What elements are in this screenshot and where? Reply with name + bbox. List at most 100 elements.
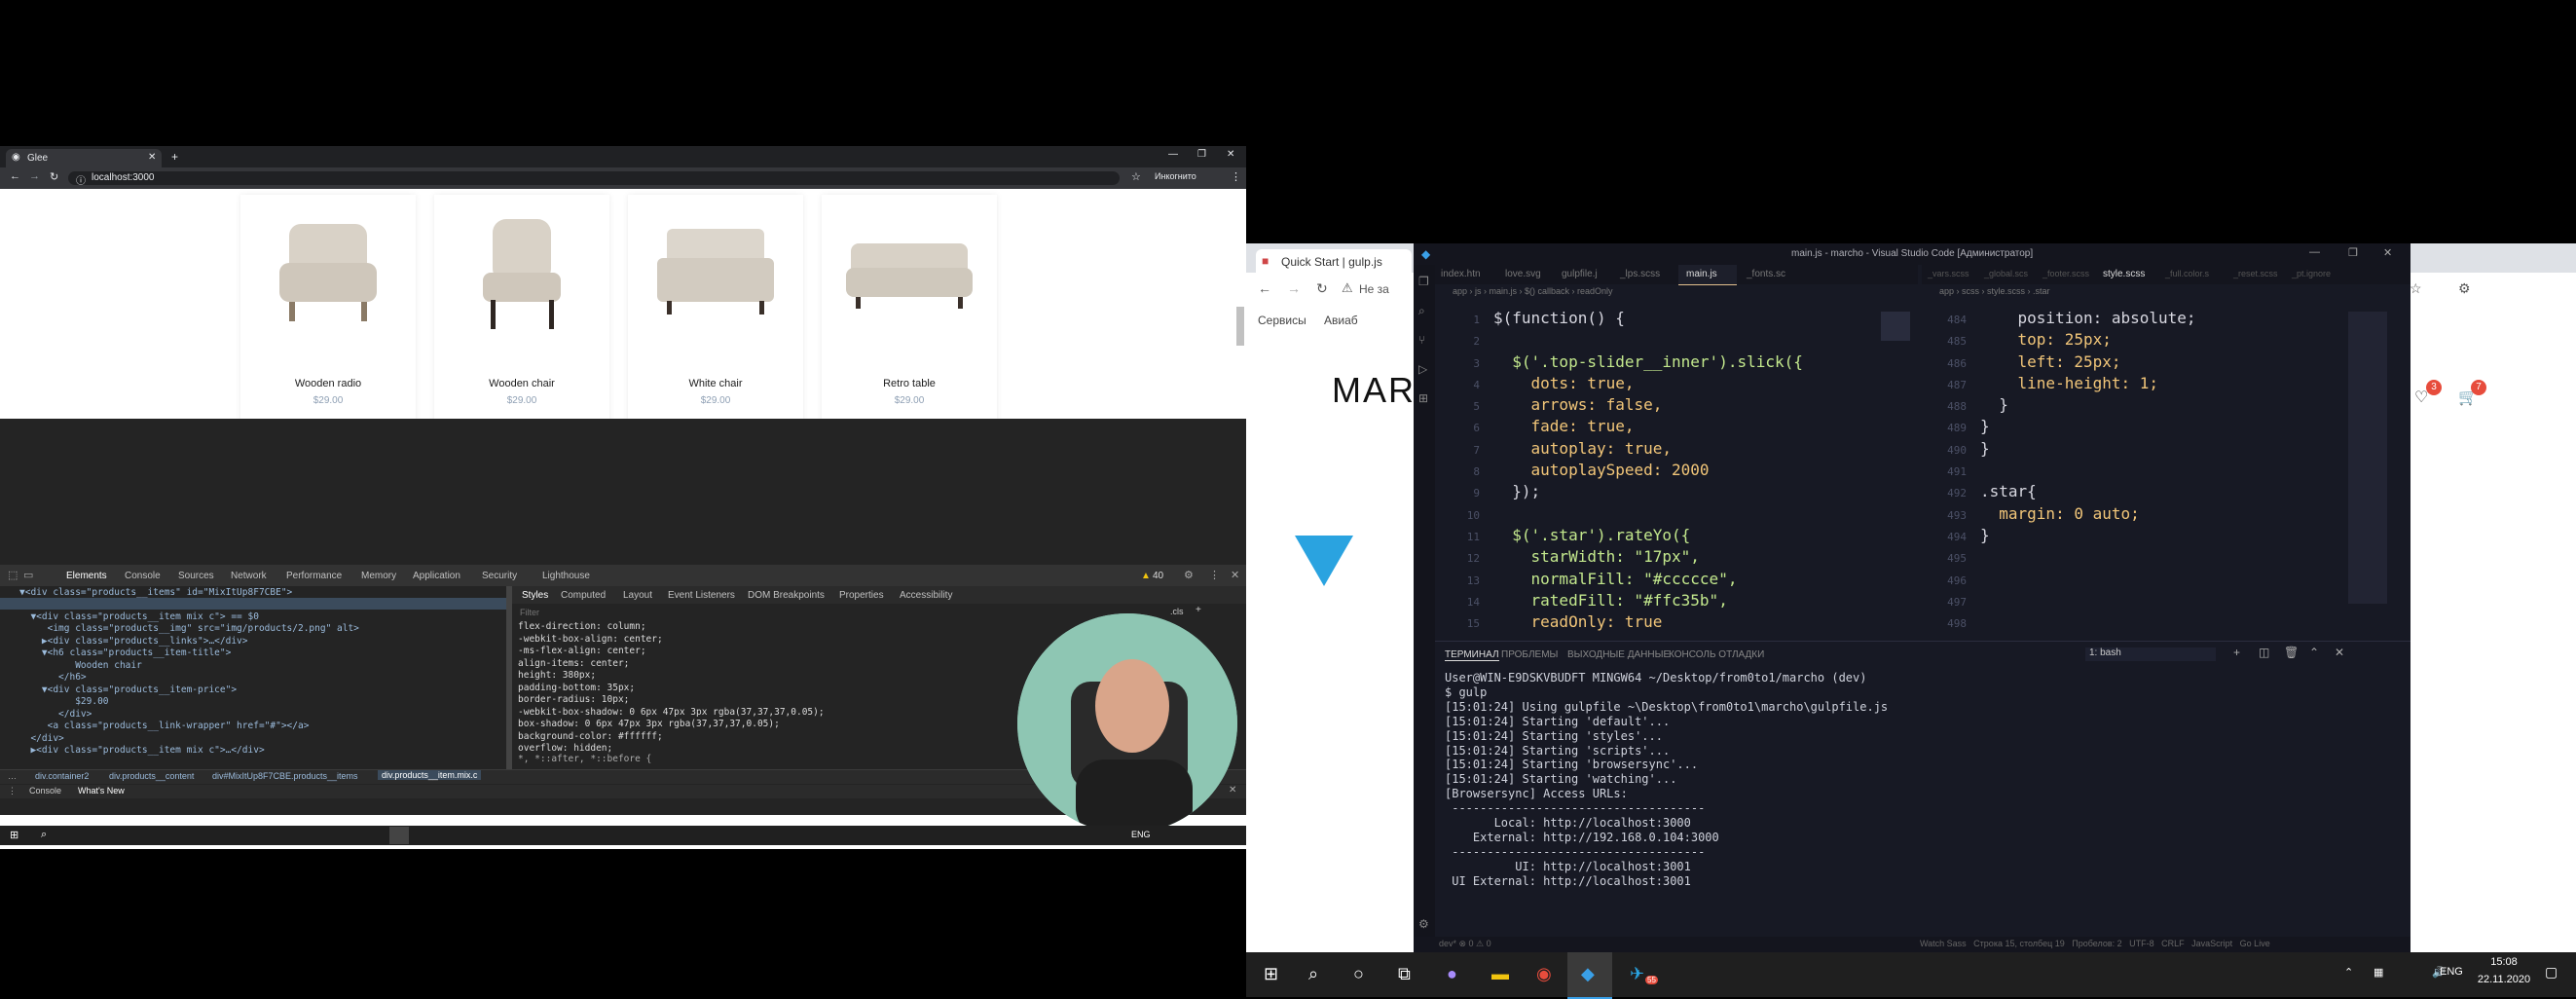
css-declaration[interactable]: -webkit-box-align: center;	[518, 634, 825, 647]
close-drawer-icon[interactable]: ✕	[1229, 785, 1236, 796]
menu-icon[interactable]: ⋮	[1231, 170, 1241, 183]
code-line[interactable]: 6 fade: true,	[1435, 416, 1844, 437]
terminal-line[interactable]: UI External: http://localhost:3001	[1445, 874, 1888, 889]
panel-tab[interactable]: ВЫХОДНЫЕ ДАННЫЕ	[1567, 649, 1670, 660]
devtools-tab[interactable]: Performance	[286, 571, 342, 581]
editor-tab[interactable]: _fonts.sc	[1747, 269, 1785, 279]
code-line[interactable]: 493 margin: 0 auto;	[1922, 503, 2389, 525]
incognito-label[interactable]: Инкогнито	[1155, 171, 1196, 181]
dom-tree[interactable]: ▶<div class="products__filter items-filt…	[0, 586, 506, 769]
css-declaration[interactable]: flex-direction: column;	[518, 621, 825, 634]
active-editor-tab[interactable]: main.js	[1678, 265, 1737, 285]
styles-tab[interactable]: DOM Breakpoints	[748, 590, 825, 601]
network-icon[interactable]: ▦	[2374, 966, 2383, 979]
right-breadcrumb[interactable]: app › scss › style.scss › .star	[1939, 286, 2050, 296]
clock-time[interactable]: 15:08	[2477, 956, 2531, 968]
panel-tab[interactable]: КОНСОЛЬ ОТЛАДКИ	[1669, 649, 1764, 660]
warning-icon[interactable]: ▲	[1141, 571, 1151, 581]
code-line[interactable]: 496	[1922, 569, 2389, 590]
code-line[interactable]: 498	[1922, 611, 2389, 633]
editor-tab[interactable]: love.svg	[1505, 269, 1541, 279]
close-window-icon[interactable]: ✕	[1227, 149, 1234, 160]
editor-tab[interactable]: _reset.scss	[2233, 269, 2278, 278]
code-line[interactable]: 484 position: absolute;	[1922, 308, 2389, 329]
terminal-line[interactable]: [Browsersync] Access URLs:	[1445, 787, 1888, 801]
device-toolbar-icon[interactable]: ▭	[23, 569, 33, 581]
terminal-line[interactable]: External: http://192.168.0.104:3000	[1445, 831, 1888, 845]
terminal-line[interactable]: ------------------------------------	[1445, 801, 1888, 816]
terminal-line[interactable]: [15:01:24] Starting 'default'...	[1445, 715, 1888, 729]
minimize-icon[interactable]: —	[2309, 246, 2320, 258]
active-editor-tab[interactable]: style.scss	[2103, 269, 2145, 279]
code-line[interactable]: 488 }	[1922, 394, 2389, 416]
omnibox[interactable]: ⓘ localhost:3000	[68, 171, 1120, 187]
styles-tab[interactable]: Styles	[522, 590, 548, 601]
add-terminal-icon[interactable]: +	[2233, 646, 2240, 659]
panel-tab[interactable]: ТЕРМИНАЛ	[1445, 649, 1499, 661]
code-line[interactable]: 2	[1435, 329, 1844, 351]
windows-start-icon[interactable]: ⊞	[1264, 964, 1278, 984]
left-breadcrumb[interactable]: app › js › main.js › $() callback › read…	[1453, 286, 1613, 296]
css-declaration[interactable]: background-color: #ffffff;	[518, 731, 825, 744]
css-declarations[interactable]: flex-direction: column; -webkit-box-align…	[518, 621, 825, 756]
terminal-line[interactable]: [15:01:24] Using gulpfile ~\Desktop\from…	[1445, 700, 1888, 715]
code-line[interactable]: 7 autoplay: true,	[1435, 438, 1844, 460]
drawer-menu-icon[interactable]: ⋮	[8, 786, 17, 796]
terminal-line[interactable]: UI: http://localhost:3001	[1445, 860, 1888, 874]
styles-tab[interactable]: Event Listeners	[668, 590, 735, 601]
dom-node[interactable]: </div>	[19, 709, 506, 722]
minimize-icon[interactable]: —	[1168, 149, 1178, 160]
devtools-tab[interactable]: Application	[413, 571, 460, 581]
close-devtools-icon[interactable]: ✕	[1231, 569, 1239, 581]
maximize-icon[interactable]: ❐	[1197, 149, 1206, 160]
browser-tab[interactable]: ◉ Glee ✕	[6, 149, 162, 167]
search-icon[interactable]: ⌕	[41, 829, 47, 841]
dom-node[interactable]: </div>	[19, 733, 506, 746]
code-line[interactable]: 3 $('.top-slider__inner').slick({	[1435, 352, 1844, 373]
terminal-output[interactable]: User@WIN-E9DSKVBUDFT MINGW64 ~/Desktop/f…	[1445, 671, 1888, 889]
terminal-line[interactable]: [15:01:24] Starting 'watching'...	[1445, 772, 1888, 787]
windows-start-icon[interactable]: ⊞	[10, 829, 18, 841]
code-line[interactable]: 10	[1435, 503, 1844, 525]
terminal-line[interactable]: [15:01:24] Starting 'browsersync'...	[1445, 758, 1888, 772]
close-window-icon[interactable]: ✕	[2383, 246, 2392, 259]
keyboard-lang[interactable]: ENG	[2440, 966, 2463, 978]
code-line[interactable]: 486 left: 25px;	[1922, 352, 2389, 373]
devtools-tab[interactable]: Elements	[66, 571, 107, 581]
split-terminal-icon[interactable]: ◫	[2259, 646, 2269, 659]
css-declaration[interactable]: padding-bottom: 35px;	[518, 683, 825, 695]
editor-tab[interactable]: _vars.scss	[1928, 269, 1969, 278]
terminal-line[interactable]: [15:01:24] Starting 'styles'...	[1445, 729, 1888, 744]
drawer-tab[interactable]: What's New	[78, 786, 125, 796]
terminal-line[interactable]: ------------------------------------	[1445, 845, 1888, 860]
star-icon[interactable]: ☆	[1131, 170, 1141, 183]
devtools-tab[interactable]: Lighthouse	[542, 571, 590, 581]
file-explorer-icon[interactable]: ▬	[1491, 964, 1509, 984]
minimap[interactable]	[2348, 312, 2387, 604]
trash-icon[interactable]: 🗑	[2284, 646, 2299, 659]
site-logo[interactable]: MAR	[1332, 370, 1416, 411]
product-card[interactable]: White chair $29.00	[628, 195, 803, 428]
css-declaration[interactable]: -ms-flex-align: center;	[518, 646, 825, 658]
new-rule-icon[interactable]: +	[1196, 605, 1201, 615]
terminal-line[interactable]: Local: http://localhost:3000	[1445, 816, 1888, 831]
settings-gear-icon[interactable]: ⚙	[1418, 917, 1429, 931]
maximize-panel-icon[interactable]: ⌃	[2309, 646, 2319, 659]
product-card[interactable]: Wooden chair $29.00	[434, 195, 609, 428]
panel-tab[interactable]: ПРОБЛЕМЫ	[1501, 649, 1558, 660]
code-line[interactable]: 495	[1922, 546, 2389, 568]
code-line[interactable]: 1 $(function() {	[1435, 308, 1844, 329]
editor-tab[interactable]: _lps.scss	[1620, 269, 1660, 279]
code-line[interactable]: 14 ratedFill: "#ffc35b",	[1435, 590, 1844, 611]
dom-node[interactable]: Wooden chair	[19, 660, 506, 673]
product-name[interactable]: White chair	[628, 378, 803, 389]
styles-tab[interactable]: Properties	[839, 590, 884, 601]
breadcrumb-item-selected[interactable]: div.products__item.mix.c	[378, 770, 482, 780]
dom-node[interactable]: ▶<div class="products__item mix c">…</di…	[19, 745, 506, 758]
css-declaration[interactable]: border-radius: 10px;	[518, 694, 825, 707]
breadcrumb-more[interactable]: …	[8, 771, 17, 781]
dom-node[interactable]: ▼<div class="products__item-price">	[19, 684, 506, 697]
clock-date[interactable]: 22.11.2020	[2477, 974, 2531, 985]
task-view-icon[interactable]: ⧉	[1398, 964, 1411, 984]
css-declaration[interactable]: -webkit-box-shadow: 0 6px 47px 3px rgba(…	[518, 707, 825, 720]
